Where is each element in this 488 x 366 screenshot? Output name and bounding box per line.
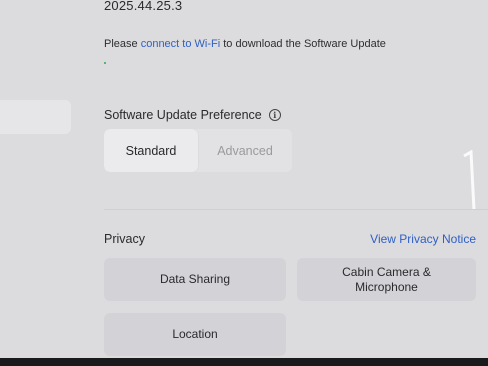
- software-version: 2025.44.25.3: [104, 0, 183, 13]
- cabin-camera-microphone-button[interactable]: Cabin Camera & Microphone: [297, 258, 476, 301]
- option-standard[interactable]: Standard: [104, 129, 198, 172]
- wifi-message: Please connect to Wi-Fi to download the …: [104, 38, 386, 50]
- wifi-message-prefix: Please: [104, 38, 141, 50]
- connect-wifi-link[interactable]: connect to Wi-Fi: [141, 38, 220, 50]
- cabin-camera-label: Cabin Camera & Microphone: [342, 265, 431, 295]
- update-preference-selector: Standard Advanced: [104, 129, 292, 172]
- view-privacy-notice-link[interactable]: View Privacy Notice: [370, 232, 476, 246]
- cabin-camera-label-line1: Cabin Camera &: [342, 264, 431, 279]
- section-divider: [104, 209, 488, 210]
- privacy-title: Privacy: [104, 232, 145, 246]
- sidebar-item[interactable]: [0, 100, 71, 134]
- location-button[interactable]: Location: [104, 313, 286, 356]
- screen-glare: [463, 150, 476, 211]
- location-label: Location: [172, 327, 218, 341]
- data-sharing-label: Data Sharing: [159, 272, 231, 286]
- info-icon[interactable]: i: [268, 109, 281, 121]
- download-progress-indicator: [104, 62, 106, 64]
- option-advanced[interactable]: Advanced: [198, 129, 292, 172]
- update-preference-title: Software Update Preference: [104, 108, 262, 122]
- update-preference-heading: Software Update Preference i: [104, 108, 281, 122]
- data-sharing-button[interactable]: Data Sharing: [104, 258, 286, 301]
- wifi-message-suffix: to download the Software Update: [220, 38, 386, 50]
- screen-bottom-edge: [0, 358, 488, 366]
- cabin-camera-label-line2: Microphone: [355, 279, 418, 294]
